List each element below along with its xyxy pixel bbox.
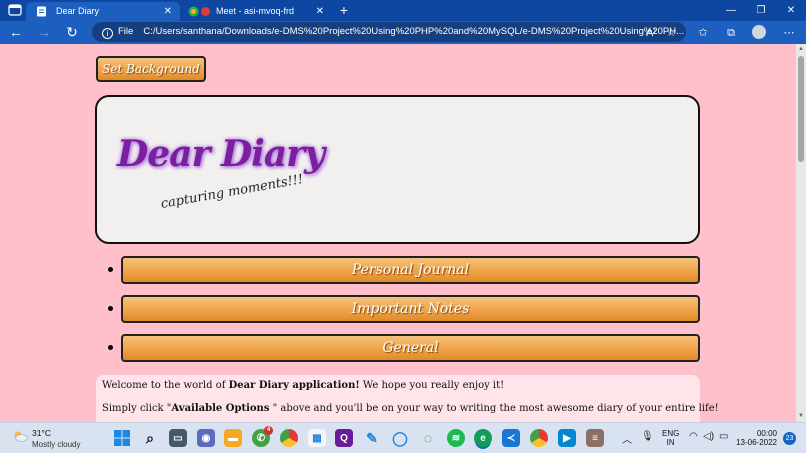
notification-center-badge[interactable]: 23 <box>783 432 796 445</box>
general-button[interactable]: General <box>121 334 700 362</box>
page-icon <box>37 6 46 17</box>
clock[interactable]: 00:00 13-06-2022 <box>735 429 777 447</box>
scroll-up-icon[interactable]: ▲ <box>798 46 804 52</box>
q-app-icon[interactable]: Q <box>335 429 353 447</box>
bullet <box>108 267 113 272</box>
file-explorer-icon[interactable]: ▬ <box>224 429 242 447</box>
tab-title: Dear Diary <box>56 6 100 16</box>
microsoft-store-icon[interactable]: ▦ <box>308 429 326 447</box>
address-toolbar: ← → ↻ i File C:/Users/santhana/Downloads/e… <box>0 21 806 44</box>
collections-icon[interactable]: ⧉ <box>720 23 742 43</box>
instruction-text: Simply click " <box>102 403 172 414</box>
favorites-icon[interactable]: ✩ <box>692 23 714 43</box>
time-text: 00:00 <box>756 429 777 438</box>
address-bar[interactable]: i File C:/Users/santhana/Downloads/e-DMS%2… <box>92 22 686 42</box>
minimize-icon[interactable]: — <box>716 0 746 21</box>
url-scheme-label: File <box>118 26 134 37</box>
app-title: Dear Diary <box>117 133 325 175</box>
profile-avatar[interactable] <box>752 25 766 39</box>
scroll-thumb[interactable] <box>798 56 804 162</box>
personal-journal-button[interactable]: Personal Journal <box>121 256 700 284</box>
search-icon[interactable]: ⌕ <box>141 429 159 447</box>
archive-app-icon[interactable]: ≡ <box>586 429 604 447</box>
set-background-button[interactable]: Set Background <box>96 56 206 82</box>
forward-icon[interactable]: → <box>34 23 54 43</box>
close-window-icon[interactable]: ✕ <box>776 0 806 21</box>
tab-meet[interactable]: Meet - asi-mvoq-frd ✕ <box>180 2 332 21</box>
app-name-text: Dear Diary application! <box>228 380 360 391</box>
meet-icon <box>188 6 199 17</box>
close-tab-icon[interactable]: ✕ <box>316 2 324 21</box>
close-tab-icon[interactable]: ✕ <box>164 2 172 21</box>
url-text: C:/Users/santhana/Downloads/e-DMS%20Proj… <box>143 26 685 37</box>
chrome-icon[interactable] <box>280 429 298 447</box>
region-text: IN <box>666 438 675 447</box>
tab-actions-icon[interactable] <box>8 3 22 17</box>
teams-chat-icon[interactable]: ◉ <box>197 429 215 447</box>
spotify-icon[interactable]: ≋ <box>447 429 465 447</box>
welcome-text: Welcome to the world of <box>102 380 229 391</box>
maximize-icon[interactable]: ❐ <box>746 0 776 21</box>
instruction-text: " above and you'll be on your way to wri… <box>269 403 719 414</box>
recording-icon <box>201 7 210 16</box>
tab-dear-diary[interactable]: Dear Diary ✕ <box>26 2 180 21</box>
battery-icon[interactable]: ▭ <box>719 431 728 442</box>
list-item: Important Notes <box>108 295 702 325</box>
language-text: ENG <box>662 429 680 438</box>
welcome-line: Welcome to the world of Dear Diary appli… <box>102 380 694 392</box>
hero-banner: Dear Diary capturing moments!!! <box>95 95 700 244</box>
more-options-icon[interactable]: ⋯ <box>778 23 800 43</box>
bullet <box>108 345 113 350</box>
task-view-icon[interactable]: ▭ <box>169 429 187 447</box>
list-item: General <box>108 334 702 364</box>
windows-taskbar: 31°C Mostly cloudy ⌕ ▭ ◉ ▬ ✆ 4 ▦ Q ✎ ◯ ◌ … <box>0 422 806 453</box>
start-icon[interactable] <box>113 429 131 447</box>
chrome-profile-icon[interactable] <box>530 429 548 447</box>
list-item: Personal Journal <box>108 256 702 286</box>
whatsapp-icon[interactable]: ✆ 4 <box>252 426 273 447</box>
microphone-icon[interactable]: 🎙 <box>641 431 654 442</box>
cortana-icon[interactable]: ◯ <box>391 429 409 447</box>
welcome-message: Welcome to the world of Dear Diary appli… <box>96 375 719 422</box>
notification-badge: 4 <box>264 426 273 435</box>
date-text: 13-06-2022 <box>736 438 777 447</box>
tagline: capturing moments!!! <box>159 172 305 212</box>
available-options-text: Available Options <box>171 403 270 414</box>
weather-description[interactable]: Mostly cloudy <box>32 440 80 449</box>
add-favorite-icon[interactable]: ☆ <box>660 23 682 43</box>
important-notes-button[interactable]: Important Notes <box>121 295 700 323</box>
new-tab-icon[interactable]: + <box>336 0 352 21</box>
show-hidden-icons-icon[interactable]: ︿ <box>622 431 632 446</box>
instruction-line: Simply click "Available Options " above … <box>102 403 719 415</box>
read-aloud-icon[interactable]: A⁾ <box>640 23 662 43</box>
weather-temperature[interactable]: 31°C <box>32 428 51 438</box>
language-indicator[interactable]: ENG IN <box>662 429 679 447</box>
refresh-icon[interactable]: ↻ <box>62 23 82 43</box>
page-viewport: Set Background Dear Diary capturing mome… <box>0 44 796 422</box>
media-app-icon[interactable]: ▶ <box>558 429 576 447</box>
welcome-text: We hope you really enjoy it! <box>359 380 505 391</box>
circle-app-icon[interactable]: ◌ <box>419 429 437 447</box>
vertical-scrollbar[interactable]: ▲ ▼ <box>796 44 806 422</box>
site-info-icon[interactable]: i <box>102 28 113 39</box>
vscode-icon[interactable]: ≺ <box>502 429 520 447</box>
pen-tool-icon[interactable]: ✎ <box>363 429 381 447</box>
bullet <box>108 306 113 311</box>
scroll-down-icon[interactable]: ▼ <box>798 413 804 419</box>
browser-tab-strip: Dear Diary ✕ Meet - asi-mvoq-frd ✕ + — ❐… <box>0 0 806 21</box>
back-icon[interactable]: ← <box>6 23 26 43</box>
wifi-icon[interactable]: ◠ <box>689 431 698 442</box>
volume-icon[interactable]: ◁) <box>703 431 714 442</box>
tab-title: Meet - asi-mvoq-frd <box>216 6 295 16</box>
edge-icon[interactable]: e <box>474 429 492 447</box>
weather-cloudy-icon[interactable] <box>12 430 28 442</box>
